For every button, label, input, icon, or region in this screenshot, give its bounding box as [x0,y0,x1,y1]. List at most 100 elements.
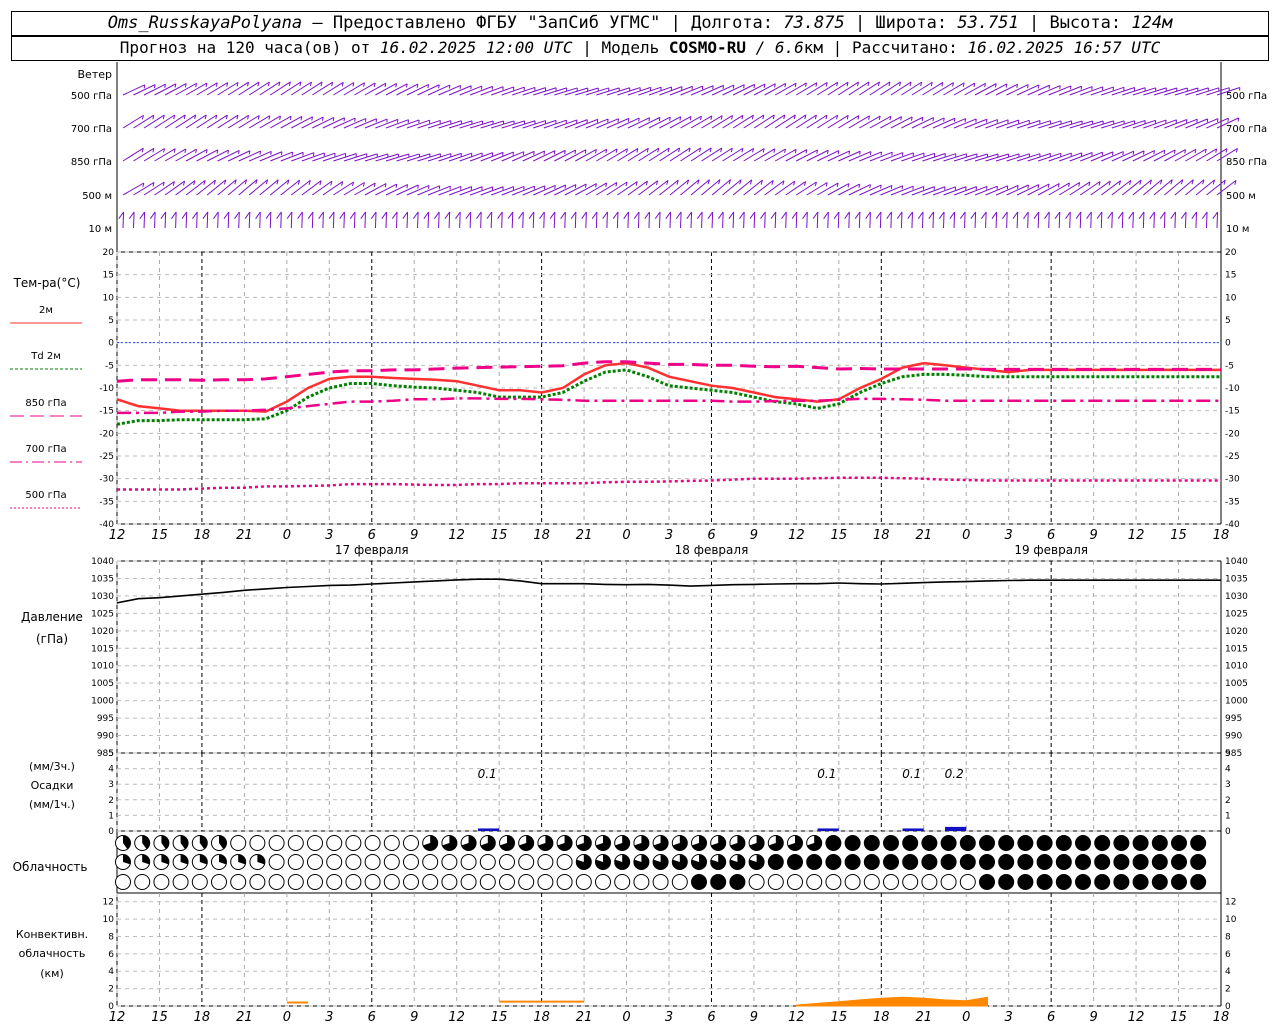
wind-barb-staff [995,184,1019,196]
wind-barb-feather [917,211,924,219]
wind-barb-feather [1012,211,1019,219]
cloud-cover-circle [115,874,131,890]
wind-barb-staff [1101,120,1125,129]
wind-barb-staff [532,211,535,229]
wind-barb-feather [1002,211,1008,219]
hour-label-bottom: 15 [1170,1010,1187,1024]
wind-barb-feather [564,150,566,155]
wind-barb-staff [322,152,346,162]
wind-barb-staff [658,211,661,229]
hour-label-top: 0 [283,528,291,543]
wind-barb-feather [959,211,966,219]
wind-barb-staff [943,82,965,96]
wind-barb-staff [206,82,228,96]
hour-label-top: 9 [1089,528,1097,543]
precip-amount-label: 0.1 [902,767,921,781]
wind-barb-staff [143,114,165,129]
wind-barb-feather [412,211,419,219]
hour-label-top: 21 [236,528,253,543]
temp-tick-right: 20 [1225,248,1237,258]
wind-barb-feather [259,151,262,155]
wind-barb-feather [533,151,535,155]
wind-barb-feather [612,211,619,219]
wind-barb-staff [469,152,493,162]
wind-barb-feather [318,211,324,219]
precip-title-3: (мм/1ч.) [29,798,75,811]
hour-label-bottom: 0 [962,1010,970,1024]
wind-barb-staff [448,152,472,162]
wind-barb-staff [1164,179,1184,196]
wind-barb-feather [932,117,935,122]
wind-barb-feather [1149,211,1155,219]
wind-barb-staff [354,82,376,96]
cloud-cover-circle [287,854,304,870]
wind-barb-staff [1174,118,1198,129]
wind-barb-staff [375,183,398,196]
hour-label-bottom: 21 [915,1010,932,1024]
hour-label-bottom: 6 [1047,1010,1055,1024]
wind-barb-feather [1117,211,1124,219]
conv-tick-left: 6 [108,950,114,960]
temp-legend-label: 850 гПа [25,398,66,409]
wind-barb-staff [185,149,208,162]
temp-tick-right: -15 [1225,407,1240,417]
wind-barb-staff [1153,87,1177,96]
hour-label-bottom: 9 [410,1010,418,1024]
wind-barb-staff [764,211,766,229]
wind-barb-staff [343,182,365,196]
wind-barb-staff [953,211,956,229]
cloud-cover-fill [1037,835,1053,851]
hour-label-bottom: 21 [236,1010,253,1024]
wind-barb-feather [1096,211,1103,219]
cloud-cover-circle [883,874,899,890]
wind-barb-staff [1048,152,1072,162]
precip-tick-right: 5 [1225,749,1231,759]
wind-barb-feather [570,211,577,219]
conv-tick-left: 2 [108,985,114,995]
wind-level-label-right: 850 гПа [1226,157,1267,168]
wind-barb-staff [932,211,935,229]
cloud-cover-fill [1075,835,1091,851]
wind-barb-feather [581,211,587,219]
temp-tick-left: 10 [103,293,115,303]
cloud-cover-fill [1171,874,1187,890]
wind-barb-staff [1016,120,1041,129]
temp-tick-right: 5 [1225,316,1231,326]
wind-barb-staff [353,211,356,229]
pressure-tick-left: 1035 [91,574,114,584]
wind-barb-feather [543,150,546,155]
wind-barb-staff [1185,118,1208,129]
wind-barb-staff [1195,118,1219,129]
wind-barb-feather [981,211,987,219]
date-label: 19 февраля [1014,543,1088,557]
hour-label-top: 12 [109,528,126,543]
wind-barb-staff [417,153,441,162]
wind-barb-staff [1153,179,1173,196]
wind-barb-feather [686,211,693,219]
wind-barb-feather [623,211,629,219]
precip-title-2: Осадки [31,779,74,792]
wind-barb-feather [128,211,135,219]
wind-barb-feather [823,211,829,219]
temp-tick-right: 10 [1225,293,1237,303]
wind-barb-staff [269,211,272,229]
cloud-cover-circle [633,874,650,890]
wind-barb-feather [1163,150,1166,154]
wind-barb-staff [795,114,817,129]
wind-barb-staff [764,148,786,162]
cloud-cover-fill [1017,854,1033,870]
wind-barb-staff [554,87,578,96]
wind-barb-staff [922,81,944,96]
hour-label-top: 0 [962,528,970,543]
wind-barb-staff [364,211,367,229]
hour-label-top: 15 [151,528,168,543]
wind-barb-feather [560,211,566,219]
cloud-cover-circle [518,874,535,890]
cloud-cover-circle [441,874,458,890]
wind-barb-feather [343,117,346,122]
wind-barb-staff [248,115,271,129]
wind-barb-staff [175,148,197,162]
wind-barb-staff [1048,120,1072,129]
wind-barb-feather [417,184,419,189]
hour-label-bottom: 3 [1005,1010,1013,1024]
